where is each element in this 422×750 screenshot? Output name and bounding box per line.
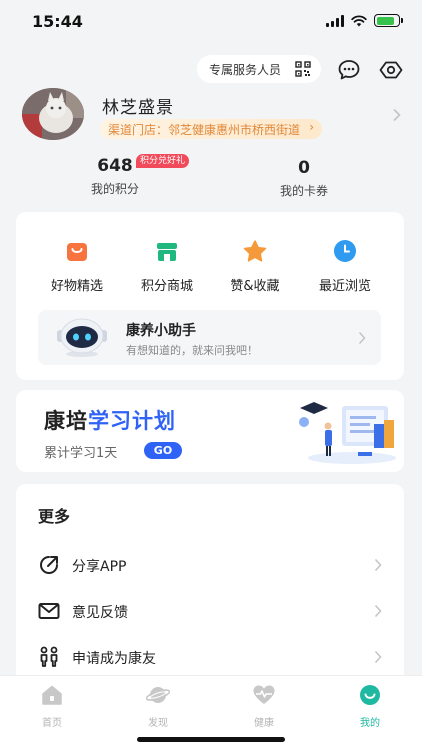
health-assistant-banner[interactable]: 康养小助手 有想知道的，就来问我吧！ bbox=[38, 310, 381, 365]
exclusive-service-button[interactable]: 专属服务人员 bbox=[197, 55, 321, 83]
coupons-value: 0 bbox=[298, 158, 310, 178]
feature-good-products[interactable]: 好物精选 bbox=[37, 239, 117, 294]
profile-chevron-right-icon[interactable] bbox=[392, 108, 402, 122]
wifi-icon bbox=[351, 14, 367, 26]
coupons-label: 我的卡券 bbox=[279, 184, 328, 198]
study-title-accent: 学习计划 bbox=[88, 409, 176, 433]
heartbeat-icon bbox=[253, 685, 275, 704]
points-badge[interactable]: 积分兑好礼 bbox=[136, 154, 190, 168]
tab-label: 健康 bbox=[254, 718, 274, 729]
mail-icon bbox=[38, 603, 60, 619]
smile-icon bbox=[360, 685, 380, 705]
qr-code-icon bbox=[295, 61, 311, 77]
username: 林芝盛景 bbox=[102, 98, 174, 118]
home-icon bbox=[42, 685, 62, 705]
menu-share-app[interactable]: 分享APP bbox=[38, 553, 386, 577]
menu-label: 意见反馈 bbox=[72, 605, 128, 621]
star-icon bbox=[243, 240, 267, 262]
chevron-right-icon bbox=[374, 558, 382, 572]
menu-feedback[interactable]: 意见反馈 bbox=[38, 599, 386, 623]
tab-label: 发现 bbox=[148, 718, 168, 729]
eye-settings-icon[interactable] bbox=[379, 58, 403, 82]
message-icon[interactable] bbox=[337, 58, 361, 82]
study-title-prefix: 康培 bbox=[44, 409, 88, 433]
chevron-right-icon bbox=[358, 331, 366, 345]
store-tag-label: 渠道门店：邻芝健康惠州市桥西街道 bbox=[108, 122, 301, 137]
store-icon bbox=[157, 243, 177, 261]
shopping-bag-icon bbox=[67, 243, 87, 261]
status-icons bbox=[326, 14, 403, 27]
planet-icon bbox=[145, 687, 171, 703]
points-label: 我的积分 bbox=[90, 182, 139, 196]
feature-points-mall[interactable]: 积分商城 bbox=[127, 239, 207, 294]
status-bar: 15:44 bbox=[0, 0, 422, 44]
tab-discover[interactable]: 发现 bbox=[123, 684, 193, 729]
store-tag[interactable]: 渠道门店：邻芝健康惠州市桥西街道 › bbox=[100, 119, 323, 139]
avatar[interactable] bbox=[22, 88, 84, 140]
share-icon bbox=[40, 556, 58, 574]
battery-icon bbox=[374, 14, 403, 27]
clock-icon bbox=[334, 240, 356, 262]
feature-label: 积分商城 bbox=[140, 279, 193, 294]
menu-label: 申请成为康友 bbox=[72, 651, 156, 667]
more-title: 更多 bbox=[38, 507, 71, 526]
avatar-photo bbox=[22, 88, 84, 140]
feature-label: 赞&收藏 bbox=[230, 279, 280, 294]
robot-icon bbox=[57, 318, 107, 357]
study-plan-title: 康培学习计划 bbox=[44, 405, 176, 435]
study-illustration bbox=[299, 402, 396, 464]
coupons-stat[interactable]: 0 我的卡券 bbox=[269, 158, 339, 199]
go-button[interactable]: GO bbox=[144, 442, 182, 459]
study-days: 累计学习1天 bbox=[44, 446, 118, 461]
tab-home[interactable]: 首页 bbox=[17, 684, 87, 729]
assistant-title: 康养小助手 bbox=[126, 323, 196, 339]
tab-label: 我的 bbox=[360, 718, 380, 729]
cellular-signal-icon bbox=[326, 14, 344, 27]
chevron-right-icon: › bbox=[309, 120, 315, 134]
exclusive-service-label: 专属服务人员 bbox=[209, 62, 282, 77]
chevron-right-icon bbox=[374, 650, 382, 664]
people-icon bbox=[40, 646, 58, 667]
home-indicator bbox=[137, 737, 285, 742]
chevron-right-icon bbox=[374, 604, 382, 618]
menu-become-kangyou[interactable]: 申请成为康友 bbox=[38, 645, 386, 669]
feature-likes-favorites[interactable]: 赞&收藏 bbox=[215, 239, 295, 294]
tab-mine[interactable]: 我的 bbox=[335, 684, 405, 729]
feature-label: 最近浏览 bbox=[318, 279, 371, 294]
feature-label: 好物精选 bbox=[50, 279, 103, 294]
tab-label: 首页 bbox=[42, 718, 62, 729]
tab-health[interactable]: 健康 bbox=[229, 684, 299, 729]
menu-label: 分享APP bbox=[72, 559, 127, 575]
status-time: 15:44 bbox=[32, 12, 83, 31]
assistant-subtitle: 有想知道的，就来问我吧！ bbox=[126, 344, 258, 357]
feature-recent-browse[interactable]: 最近浏览 bbox=[305, 239, 385, 294]
